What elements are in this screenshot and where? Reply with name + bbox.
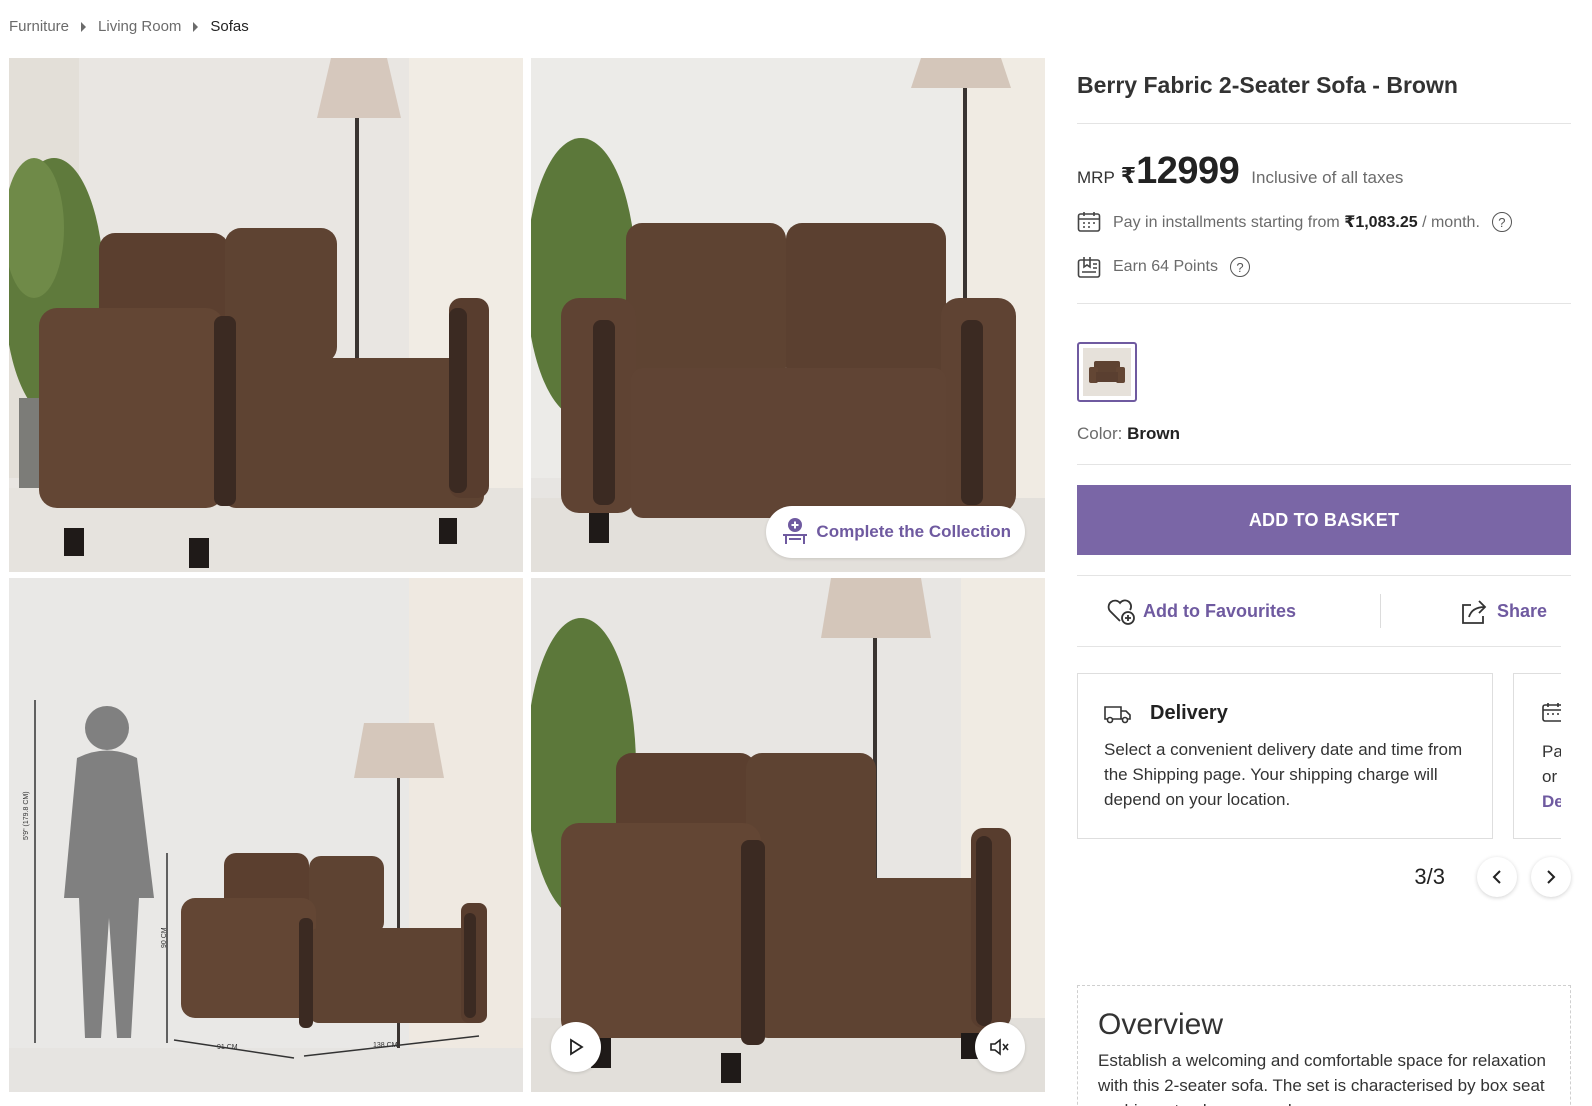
installment-prefix: Pay in installments starting from [1113,214,1340,231]
chevron-right-icon [193,21,199,32]
price-row: MRP ₹ 12999 Inclusive of all taxes [1077,150,1571,193]
mute-icon [990,1038,1009,1056]
points-icon [1077,257,1101,278]
swatch-thumbnail [1083,348,1131,396]
product-image-2[interactable]: Complete the Collection [531,58,1045,572]
pager-prev-button[interactable] [1477,857,1517,897]
product-image-3[interactable]: 5'9" (179.8 CM) 90 CM 91 CM 138 CM [9,578,523,1092]
breadcrumb-sofas: Sofas [210,18,249,35]
installment-amount: ₹1,083.25 [1344,214,1418,231]
share-button[interactable]: Share [1459,597,1547,625]
divider [1077,646,1561,647]
furniture-plus-icon [783,518,808,544]
info-cards-carousel: Delivery Select a convenient delivery da… [1077,673,1561,839]
heart-plus-icon [1107,599,1135,625]
color-value: Brown [1127,424,1180,443]
payment-card: Pa or De [1513,673,1561,839]
product-title: Berry Fabric 2-Seater Sofa - Brown [1077,72,1458,98]
mute-button[interactable] [975,1022,1025,1072]
share-icon [1462,600,1487,624]
product-actions: Add to Favourites Share [1077,576,1571,646]
overview-section: Overview Establish a welcoming and comfo… [1077,985,1571,1106]
product-video[interactable] [531,578,1045,1092]
carousel-pager: 3/3 [1077,857,1571,897]
mrp-label: MRP [1077,168,1115,187]
currency-symbol: ₹ [1120,163,1137,188]
chevron-right-icon [1547,870,1556,884]
divider [1077,123,1571,124]
add-to-favourites-button[interactable]: Add to Favourites [1107,597,1296,625]
price-value: 12999 [1136,150,1240,192]
add-to-basket-button[interactable]: ADD TO BASKET [1077,485,1571,555]
dimension-height-person-label: 5'9" (179.8 CM) [23,791,30,840]
sofa-front-image [531,58,1045,572]
points-text: Earn 64 Points [1113,258,1218,275]
divider [1380,594,1382,628]
product-info-panel: Berry Fabric 2-Seater Sofa - Brown MRP ₹… [1077,58,1571,897]
pager-count: 3/3 [1414,864,1445,889]
delivery-card-title: Delivery [1104,702,1466,725]
sofa-video-frame [531,578,1045,1092]
play-button[interactable] [551,1022,601,1072]
delivery-title: Delivery [1150,702,1228,724]
overview-title: Overview [1098,1008,1224,1041]
help-icon[interactable]: ? [1229,257,1250,277]
product-image-1[interactable] [9,58,523,572]
add-to-favourites-label: Add to Favourites [1143,600,1297,621]
points-row: Earn 64 Points ? [1077,255,1571,279]
dimension-width-label: 138 CM [373,1042,398,1049]
tax-note: Inclusive of all taxes [1251,168,1404,187]
chevron-left-icon [1492,870,1501,884]
color-label: Color: [1077,424,1123,443]
complete-collection-label: Complete the Collection [816,522,1011,541]
complete-collection-button[interactable]: Complete the Collection [766,506,1025,558]
divider [1077,303,1571,304]
product-gallery: Complete the Collection 5'9" (179.8 CM) … [9,58,1045,1094]
color-row: Color: Brown [1077,424,1571,444]
payment-text-line-2: or [1542,767,1558,786]
calendar-icon [1077,212,1101,232]
calendar-icon [1542,703,1561,722]
share-label: Share [1497,600,1548,621]
delivery-text: Select a convenient delivery date and ti… [1104,740,1463,809]
help-icon[interactable]: ? [1491,212,1512,232]
truck-icon [1104,705,1131,723]
delivery-card: Delivery Select a convenient delivery da… [1077,673,1493,839]
color-swatch-brown[interactable] [1077,342,1137,402]
breadcrumb-furniture[interactable]: Furniture [9,18,69,35]
installment-row: Pay in installments starting from ₹1,083… [1077,211,1571,233]
breadcrumb-living-room[interactable]: Living Room [98,18,181,35]
pager-next-button[interactable] [1531,857,1571,897]
overview-text: Establish a welcoming and comfortable sp… [1098,1051,1546,1106]
divider [1077,464,1571,465]
chevron-right-icon [81,21,87,32]
dimension-height-sofa-label: 90 CM [161,927,168,948]
payment-link[interactable]: De [1542,789,1561,814]
payment-text-line-1: Pa [1542,742,1561,761]
play-icon [570,1038,584,1056]
breadcrumb: Furniture Living Room Sofas [9,18,249,35]
installment-suffix: / month. [1422,214,1480,231]
installment-text: Pay in installments starting from ₹1,083… [1113,212,1480,232]
sofa-thumbnail-icon [1089,361,1125,383]
sofa-angle-image [9,58,523,572]
sofa-dimensions-image [9,578,523,1092]
dimension-depth-label: 91 CM [217,1044,238,1051]
